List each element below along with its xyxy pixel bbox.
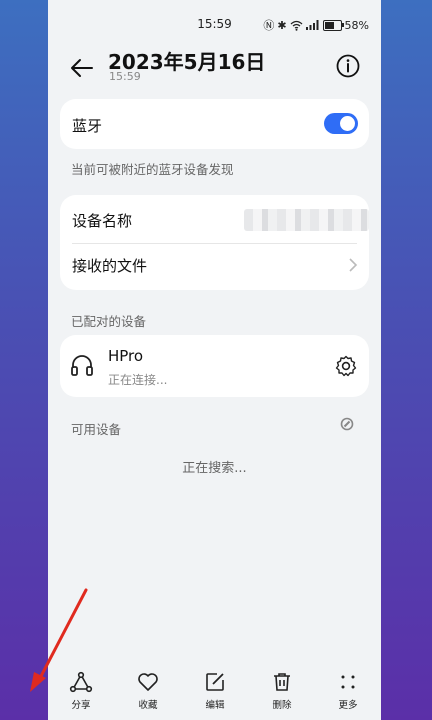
edit-button[interactable]: 编辑 (189, 670, 241, 711)
delete-button[interactable]: 删除 (256, 670, 308, 711)
page-subtitle: 15:59 (109, 70, 141, 83)
share-icon (69, 671, 93, 693)
edit-icon (206, 673, 224, 691)
share-button[interactable]: 分享 (55, 670, 107, 711)
more-label: 更多 (338, 700, 358, 711)
status-icons: Ⓝ ✱ 58% (263, 17, 369, 33)
battery-percent: 58% (344, 18, 369, 32)
chevron-right-icon (349, 258, 358, 272)
bluetooth-toggle[interactable] (324, 113, 358, 134)
edit-label: 编辑 (205, 700, 225, 711)
bluetooth-icon: ✱ (277, 18, 287, 32)
device-card: 设备名称 接收的文件 (60, 195, 369, 290)
discoverable-text: 当前可被附近的蓝牙设备发现 (71, 162, 234, 177)
battery-icon (322, 19, 344, 31)
phone-screen: 15:59 Ⓝ ✱ 58% 2023年5月16日 15:59 蓝牙 当前可被附近… (48, 0, 381, 720)
favorite-button[interactable]: 收藏 (122, 670, 174, 711)
device-name-value-redacted (244, 209, 369, 231)
share-label: 分享 (71, 700, 91, 711)
more-dots-icon (341, 675, 355, 689)
headphones-icon (71, 355, 93, 376)
device-name-label[interactable]: 设备名称 (72, 210, 132, 231)
trash-icon (274, 673, 290, 691)
bottom-toolbar: 分享 收藏 编辑 删除 更多 (48, 662, 381, 720)
divider (72, 243, 357, 244)
delete-label: 删除 (272, 700, 292, 711)
header: 2023年5月16日 15:59 (48, 46, 381, 92)
back-arrow-icon[interactable] (68, 54, 96, 82)
searching-text: 正在搜索... (182, 461, 247, 476)
paired-device-item[interactable]: HPro 正在连接... (60, 335, 369, 397)
paired-device-status: 正在连接... (108, 373, 168, 387)
gear-icon[interactable] (335, 355, 357, 377)
nfc-icon: Ⓝ (263, 19, 275, 32)
info-icon[interactable] (335, 53, 361, 79)
signal-icon (305, 20, 319, 30)
received-files-label[interactable]: 接收的文件 (72, 255, 147, 276)
favorite-label: 收藏 (138, 700, 158, 711)
more-button[interactable]: 更多 (322, 670, 374, 711)
available-devices-heading: 可用设备 (71, 422, 122, 437)
bluetooth-label: 蓝牙 (72, 117, 103, 135)
paired-devices-heading: 已配对的设备 (71, 314, 147, 329)
bluetooth-card: 蓝牙 (60, 99, 369, 149)
loading-spinner-icon (340, 417, 354, 431)
wifi-icon (290, 20, 302, 31)
paired-device-name: HPro (108, 347, 144, 365)
status-bar: 15:59 Ⓝ ✱ 58% (48, 0, 381, 46)
heart-icon (138, 673, 158, 691)
